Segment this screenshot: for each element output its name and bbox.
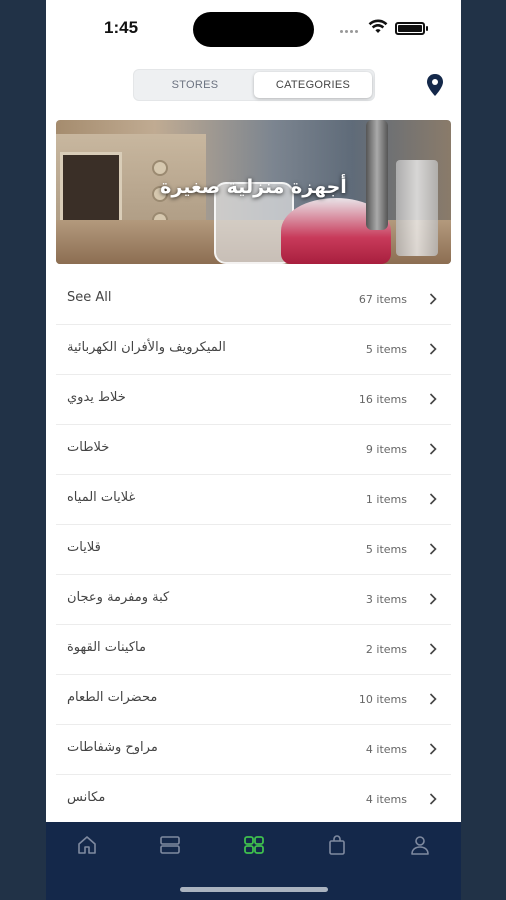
chevron-right-icon xyxy=(429,643,437,655)
category-count: 67 items xyxy=(358,293,407,306)
chevron-right-icon xyxy=(429,443,437,455)
banner-blender-image xyxy=(366,120,388,230)
categories-icon[interactable] xyxy=(243,834,265,856)
category-count: 4 items xyxy=(365,793,407,806)
status-time: 1:45 xyxy=(104,18,139,37)
home-indicator xyxy=(180,887,328,892)
category-count: 9 items xyxy=(365,443,407,456)
category-label: مراوح وشفاطات xyxy=(67,740,158,755)
category-count: 10 items xyxy=(358,693,407,706)
category-label: الميكرويف والأفران الكهربائية xyxy=(67,340,226,355)
banner-appliance-image xyxy=(396,160,438,256)
status-bar: 1:45 xyxy=(46,0,461,58)
category-row[interactable]: الميكرويف والأفران الكهربائية 5 items xyxy=(56,325,451,375)
category-label: ماكينات القهوة xyxy=(67,640,146,655)
category-count: 4 items xyxy=(365,743,407,756)
category-count: 5 items xyxy=(365,343,407,356)
chevron-right-icon xyxy=(429,543,437,555)
category-row[interactable]: غلايات المياه 1 items xyxy=(56,475,451,525)
battery-icon xyxy=(395,22,425,35)
location-pin-icon[interactable] xyxy=(424,73,446,97)
category-row[interactable]: See All 67 items xyxy=(56,275,451,325)
chevron-right-icon xyxy=(429,593,437,605)
home-icon[interactable] xyxy=(76,834,98,856)
categories-tab[interactable]: CATEGORIES xyxy=(254,72,372,98)
wifi-icon xyxy=(368,19,388,33)
category-label: خلاطات xyxy=(67,440,110,455)
category-row[interactable]: ماكينات القهوة 2 items xyxy=(56,625,451,675)
app-screen: 1:45 STORES CATEGORIES أجهزة منزلية صغير… xyxy=(46,0,461,900)
bag-icon[interactable] xyxy=(326,834,348,856)
category-row[interactable]: خلاط يدوي 16 items xyxy=(56,375,451,425)
category-count: 3 items xyxy=(365,593,407,606)
category-row[interactable]: مكانس 4 items xyxy=(56,775,451,825)
category-count: 5 items xyxy=(365,543,407,556)
chevron-right-icon xyxy=(429,393,437,405)
chevron-right-icon xyxy=(429,743,437,755)
category-banner: أجهزة منزلية صغيرة xyxy=(56,120,451,264)
category-row[interactable]: مراوح وشفاطات 4 items xyxy=(56,725,451,775)
category-list: See All 67 items الميكرويف والأفران الكهرب… xyxy=(56,275,451,825)
category-row[interactable]: محضرات الطعام 10 items xyxy=(56,675,451,725)
profile-icon[interactable] xyxy=(409,834,431,856)
category-label: See All xyxy=(67,290,112,305)
chevron-right-icon xyxy=(429,693,437,705)
category-count: 2 items xyxy=(365,643,407,656)
chevron-right-icon xyxy=(429,493,437,505)
category-label: خلاط يدوي xyxy=(67,390,126,405)
category-label: غلايات المياه xyxy=(67,490,136,505)
banner-title: أجهزة منزلية صغيرة xyxy=(160,176,347,198)
stores-categories-toggle: STORES CATEGORIES xyxy=(133,69,375,101)
signal-dots-icon xyxy=(340,30,360,33)
category-label: قلايات xyxy=(67,540,101,555)
chevron-right-icon xyxy=(429,293,437,305)
category-count: 1 items xyxy=(365,493,407,506)
chevron-right-icon xyxy=(429,793,437,805)
bottom-tab-bar xyxy=(46,822,461,900)
category-row[interactable]: خلاطات 9 items xyxy=(56,425,451,475)
battery-tip xyxy=(426,26,428,31)
stores-tab[interactable]: STORES xyxy=(136,72,254,98)
dynamic-island xyxy=(193,12,314,47)
category-label: مكانس xyxy=(67,790,106,805)
chevron-right-icon xyxy=(429,343,437,355)
category-label: محضرات الطعام xyxy=(67,690,158,705)
category-count: 16 items xyxy=(358,393,407,406)
category-row[interactable]: كبة ومفرمة وعجان 3 items xyxy=(56,575,451,625)
category-label: كبة ومفرمة وعجان xyxy=(67,590,170,605)
stores-icon[interactable] xyxy=(159,834,181,856)
category-row[interactable]: قلايات 5 items xyxy=(56,525,451,575)
